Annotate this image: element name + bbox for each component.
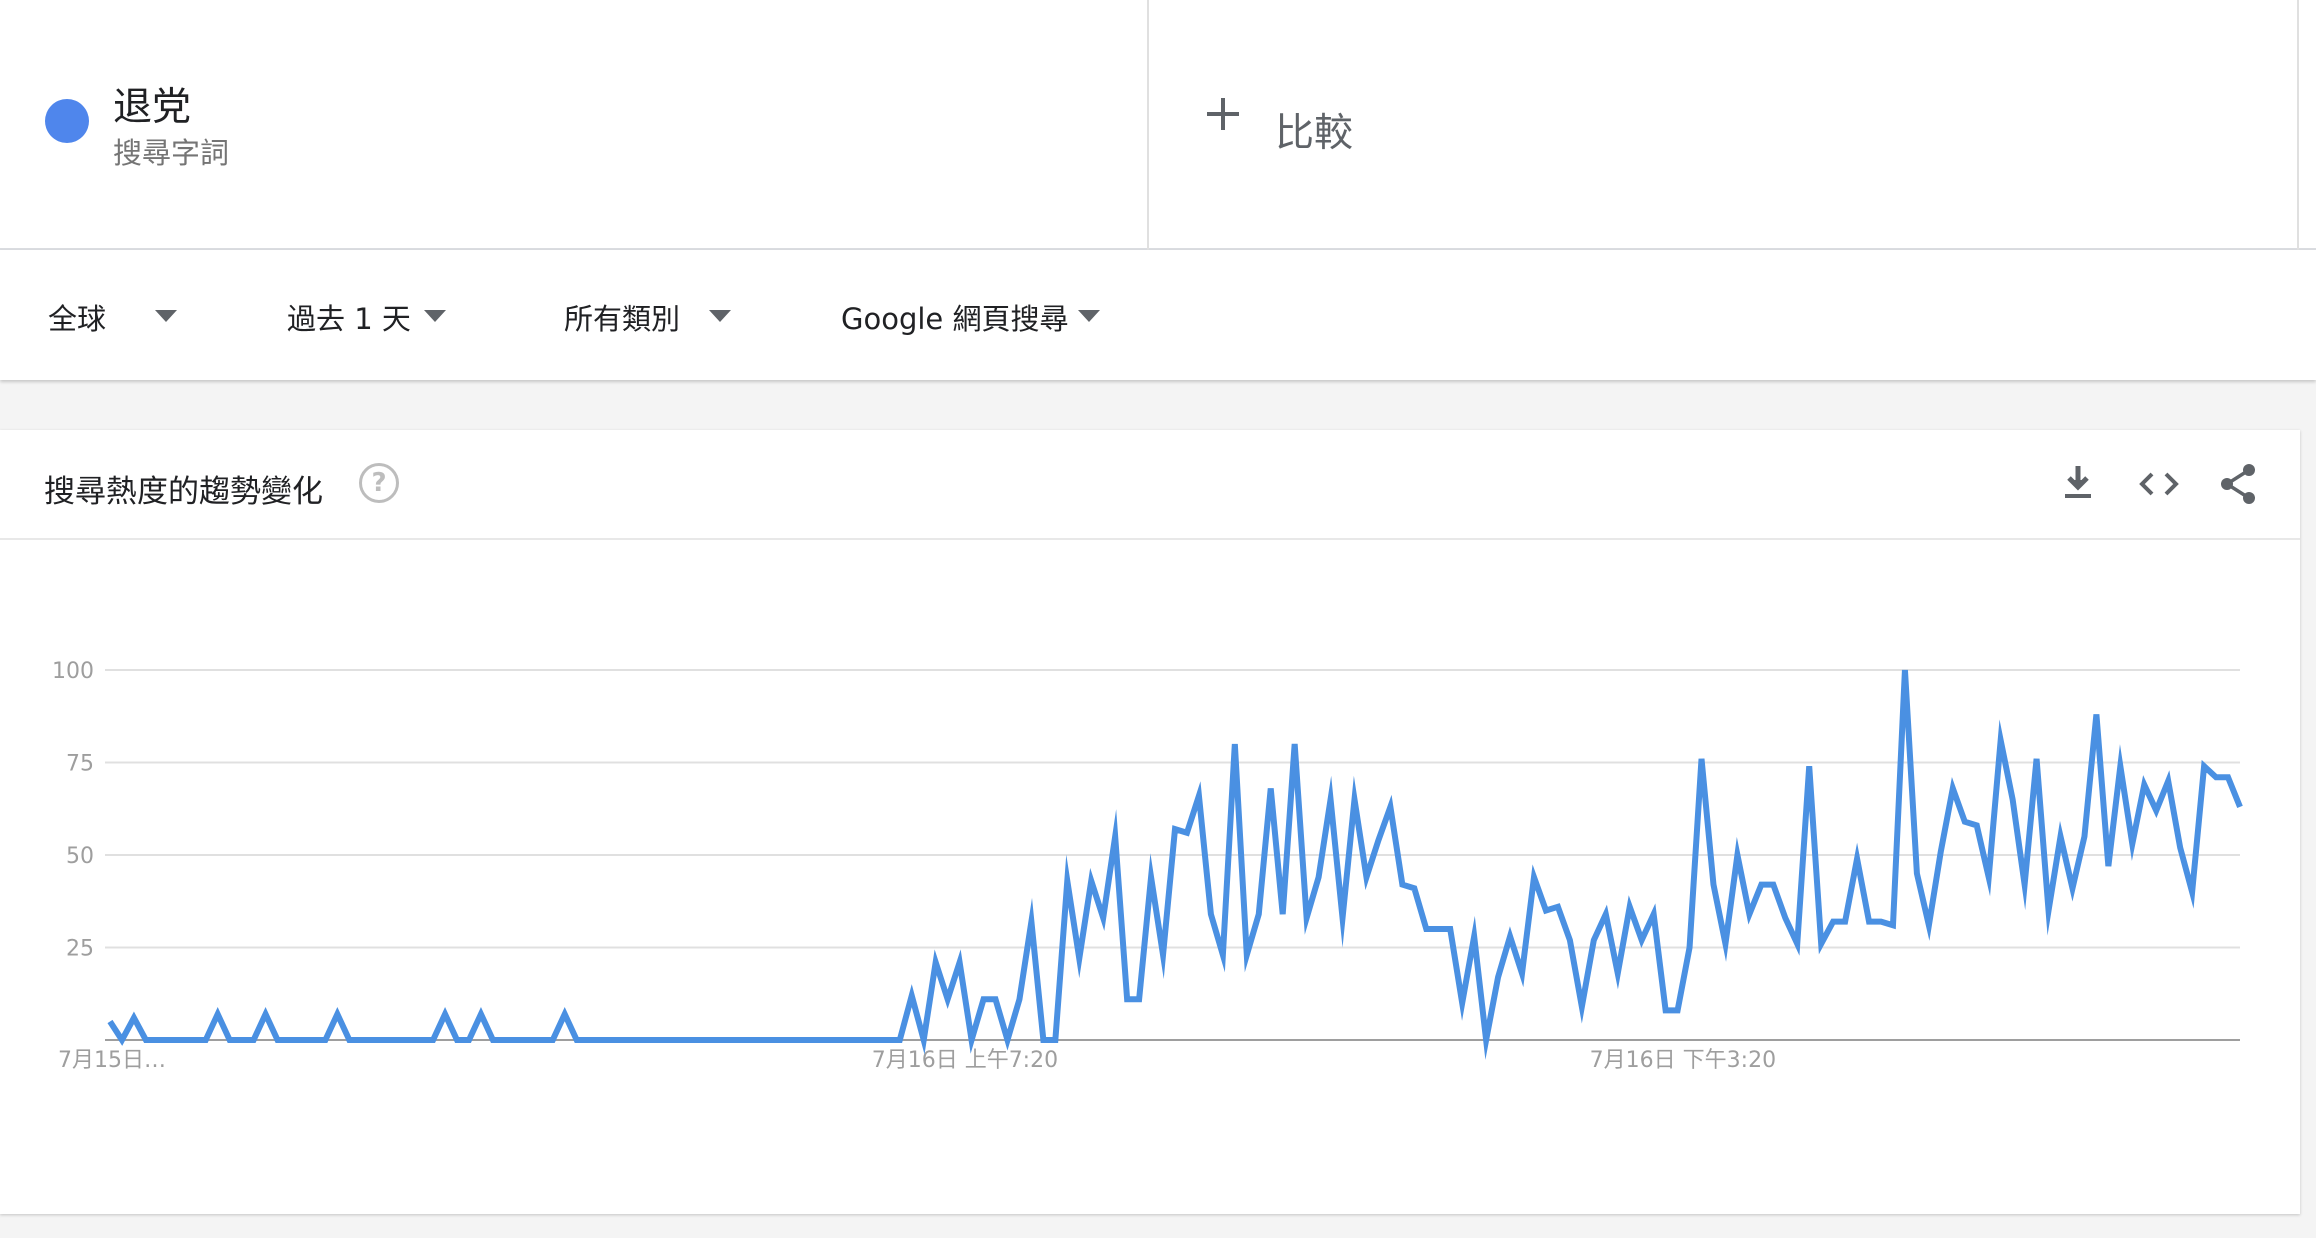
search-term-bar: 退党 搜尋字詞 比較 <box>0 0 2316 250</box>
chevron-down-icon <box>709 310 731 322</box>
category-filter[interactable]: 所有類別 <box>564 296 731 336</box>
x-tick-label: 7月16日 上午7:20 <box>872 1048 1058 1073</box>
y-tick-label: 75 <box>66 752 94 777</box>
search-type-filter[interactable]: Google 網頁搜尋 <box>841 296 1100 336</box>
chevron-down-icon <box>424 310 446 322</box>
time-range-filter[interactable]: 過去 1 天 <box>287 296 446 336</box>
search-type-filter-label: Google 網頁搜尋 <box>841 302 1069 336</box>
compare-label: 比較 <box>1275 111 1354 156</box>
region-filter-label: 全球 <box>48 302 107 336</box>
y-tick-label: 25 <box>66 937 94 962</box>
chevron-down-icon <box>155 310 177 322</box>
x-tick-label: 7月16日 下午3:20 <box>1590 1048 1776 1073</box>
plus-icon <box>1207 98 1239 130</box>
time-range-filter-label: 過去 1 天 <box>287 302 411 336</box>
region-filter[interactable]: 全球 <box>48 296 177 336</box>
x-tick-label: 7月15日… <box>58 1048 166 1073</box>
line-chart: 25 50 75 100 7月15日… 7月16日 上午7:20 7月16日 下午3:20 <box>52 659 2243 1073</box>
search-term-name[interactable]: 退党 <box>113 76 191 132</box>
filter-bar: 全球 過去 1 天 所有類別 Google 網頁搜尋 <box>0 250 2316 380</box>
y-tick-label: 50 <box>66 844 94 869</box>
category-filter-label: 所有類別 <box>564 302 681 336</box>
term-color-dot <box>45 99 89 143</box>
search-term-type: 搜尋字詞 <box>113 136 230 170</box>
interest-over-time-card: 搜尋熱度的趨勢變化 ? 25 50 75 100 7月15日… 7月16日 上午7:20 7… <box>0 430 2300 1214</box>
chevron-down-icon <box>1078 310 1100 322</box>
y-tick-label: 100 <box>52 659 94 684</box>
search-term-card[interactable]: 退党 搜尋字詞 <box>0 0 1147 250</box>
compare-button[interactable]: 比較 <box>1147 0 2299 250</box>
